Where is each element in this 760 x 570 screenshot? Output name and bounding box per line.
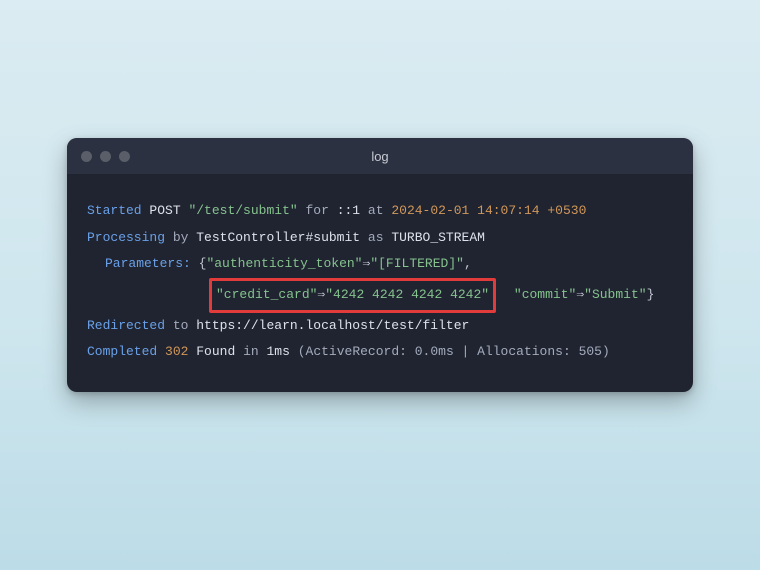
log-line-processing: Processing by TestController#submit as T… <box>87 225 673 252</box>
maximize-icon[interactable] <box>119 151 130 162</box>
request-path: "/test/submit" <box>188 203 297 218</box>
timestamp: 2024-02-01 14:07:14 +0530 <box>391 203 586 218</box>
log-line-started: Started POST "/test/submit" for ::1 at 2… <box>87 198 673 225</box>
keyword-completed: Completed <box>87 344 157 359</box>
minimize-icon[interactable] <box>100 151 111 162</box>
terminal-window: log Started POST "/test/submit" for ::1 … <box>67 138 693 392</box>
log-output: Started POST "/test/submit" for ::1 at 2… <box>67 174 693 392</box>
status-text: Found <box>196 344 235 359</box>
word-to: to <box>173 318 189 333</box>
arrow-icon: ⇒ <box>576 287 584 302</box>
status-code: 302 <box>165 344 188 359</box>
param-key-commit: "commit" <box>514 287 576 302</box>
word-in: in <box>243 344 259 359</box>
titlebar: log <box>67 138 693 174</box>
param-value-creditcard: "4242 4242 4242 4242" <box>325 287 489 302</box>
word-by: by <box>173 230 189 245</box>
close-icon[interactable] <box>81 151 92 162</box>
controller-action: TestController#submit <box>196 230 360 245</box>
client-ip: ::1 <box>337 203 360 218</box>
param-value-filtered: "[FILTERED]" <box>370 256 464 271</box>
keyword-started: Started <box>87 203 142 218</box>
keyword-redirected: Redirected <box>87 318 165 333</box>
response-format: TURBO_STREAM <box>391 230 485 245</box>
http-method: POST <box>149 203 180 218</box>
param-key-creditcard: "credit_card" <box>216 287 317 302</box>
completion-details: (ActiveRecord: 0.0ms | Allocations: 505) <box>298 344 610 359</box>
comma: , <box>464 256 472 271</box>
keyword-processing: Processing <box>87 230 165 245</box>
redirect-url: https://learn.localhost/test/filter <box>196 318 469 333</box>
word-at: at <box>368 203 384 218</box>
word-as: as <box>368 230 384 245</box>
brace-close: } <box>647 287 655 302</box>
param-value-commit: "Submit" <box>584 287 646 302</box>
window-controls[interactable] <box>81 151 130 162</box>
duration: 1ms <box>267 344 290 359</box>
log-line-completed: Completed 302 Found in 1ms (ActiveRecord… <box>87 339 673 366</box>
window-title: log <box>67 149 693 164</box>
log-line-redirected: Redirected to https://learn.localhost/te… <box>87 313 673 340</box>
log-line-parameters: Parameters: {"authenticity_token"⇒"[FILT… <box>87 251 673 278</box>
word-for: for <box>305 203 328 218</box>
sensitive-param-highlight: "credit_card"⇒"4242 4242 4242 4242" <box>209 278 496 313</box>
param-key-authtoken: "authenticity_token" <box>206 256 362 271</box>
log-line-parameters-continued: "credit_card"⇒"4242 4242 4242 4242" "com… <box>87 278 673 313</box>
parameters-label: Parameters: <box>105 256 191 271</box>
